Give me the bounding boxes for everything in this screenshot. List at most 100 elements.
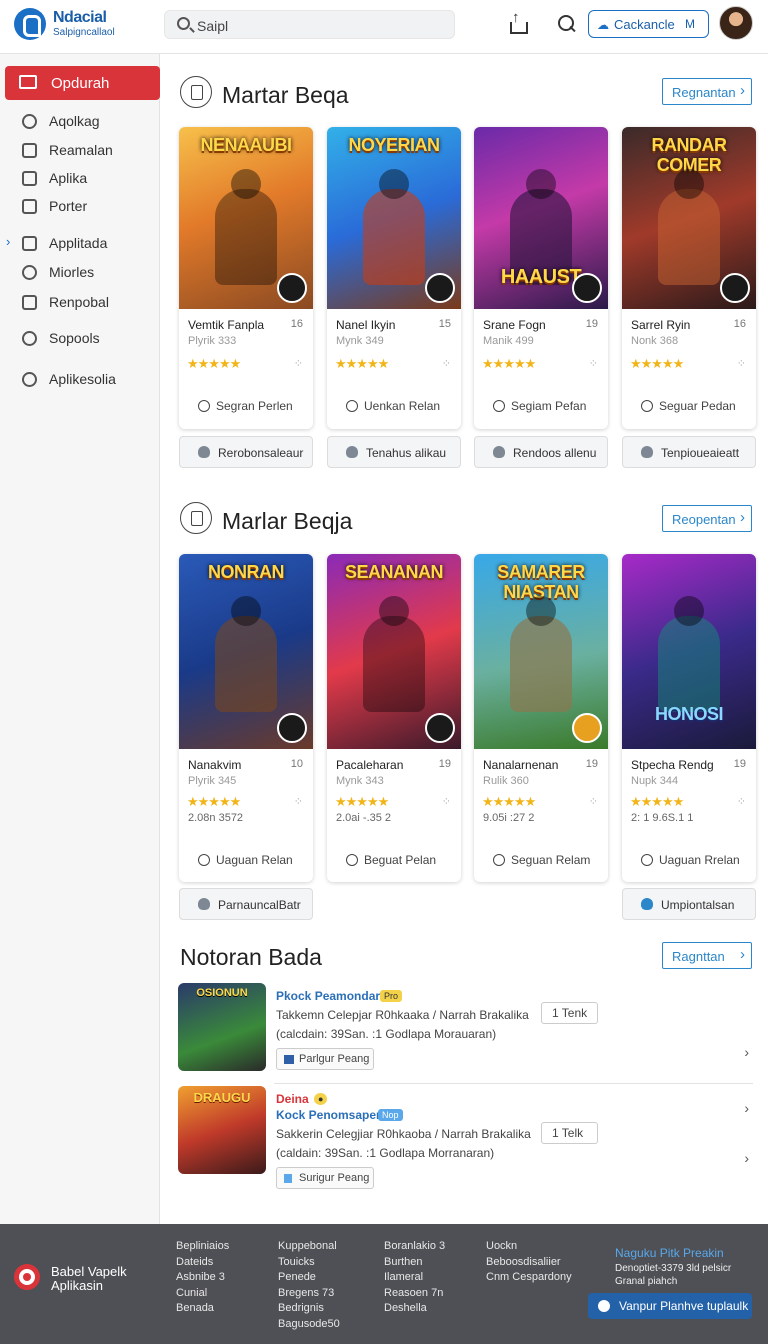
card-action[interactable]: Segran Perlen	[198, 399, 293, 413]
game-name: Stpecha Rendg	[631, 758, 714, 772]
avatar[interactable]	[719, 6, 753, 40]
more-dots-icon[interactable]: ⁘	[589, 795, 598, 808]
footer-link[interactable]: Asbnibe 3	[176, 1270, 229, 1286]
news-section-title: Notoran Bada	[180, 944, 322, 970]
category-pill[interactable]: Tenahus alikau	[327, 436, 461, 468]
card-action[interactable]: Uaguan Relan	[198, 853, 293, 867]
chevron-right-icon: ›	[740, 82, 745, 99]
news-item[interactable]: DRAUGU Deina ● Kock Penomsaper Nop Sakke…	[178, 1086, 753, 1189]
game-card[interactable]: HONOSI Stpecha Rendg 19 Nupk 344 ★★★★★ ⁘ 2…	[622, 554, 756, 882]
category-pill[interactable]: Rerobonsaleaur	[179, 436, 313, 468]
sidebar-item-label: Aplikesolia	[49, 371, 116, 387]
see-more-label: Ragnttan	[672, 949, 725, 964]
news-item[interactable]: OSIONUN Pkock Peamondarr Pro Takkemn Cel…	[178, 983, 753, 1079]
game-name: Sarrel Ryin	[631, 318, 691, 332]
card-action[interactable]: Uaguan Rrelan	[641, 853, 740, 867]
sidebar-item-2[interactable]: Reamalan	[0, 139, 160, 163]
store-icon	[19, 75, 37, 89]
game-card[interactable]: NOYERIAN Nanel Ikyin 15 Mynk 349 ★★★★★ ⁘ U…	[327, 127, 461, 429]
category-pill[interactable]: ParnauncalBatr	[179, 888, 313, 920]
game-number: 19	[585, 318, 598, 330]
divider	[274, 1083, 753, 1084]
footer-link[interactable]: Bregens 73	[278, 1286, 340, 1302]
chevron-right-icon[interactable]: ›	[744, 1150, 749, 1166]
cloud-icon	[198, 446, 210, 458]
footer-link[interactable]: Deshella	[384, 1301, 445, 1317]
footer-link[interactable]: Ilameral	[384, 1270, 445, 1286]
sidebar-item-6[interactable]: Miorles	[0, 261, 160, 285]
card-action[interactable]: Uenkan Relan	[345, 399, 440, 413]
news-description-detail: (calcdain: 39San. :1 Godlapa Morauaran)	[276, 1027, 497, 1041]
search-input[interactable]: Saipl	[164, 10, 455, 39]
more-dots-icon[interactable]: ⁘	[589, 357, 598, 370]
card-action[interactable]: Beguat Pelan	[345, 853, 436, 867]
card-action[interactable]: Seguar Pedan	[641, 399, 736, 413]
footer-link[interactable]: Dateids	[176, 1255, 229, 1271]
category-pill[interactable]: Tenpioueaieatt	[622, 436, 756, 468]
game-card[interactable]: RANDAR COMER Sarrel Ryin 16 Nonk 368 ★★★★…	[622, 127, 756, 429]
footer-link[interactable]: Cnm Cespardony	[486, 1270, 572, 1286]
footer-link[interactable]: Uockn	[486, 1239, 572, 1255]
chevron-right-icon[interactable]: ›	[744, 1100, 749, 1116]
card-action[interactable]: Segiam Pefan	[492, 399, 586, 413]
game-art: RANDAR COMER	[622, 127, 756, 309]
footer-link[interactable]: Bagusode50	[278, 1317, 340, 1333]
game-number: 16	[733, 318, 746, 330]
footer-link[interactable]: Cunial	[176, 1286, 229, 1302]
sidebar-item-label: Reamalan	[49, 142, 113, 158]
account-button[interactable]: ☁ Cackancle M	[588, 10, 709, 38]
more-dots-icon[interactable]: ⁘	[737, 357, 746, 370]
footer-link[interactable]: Beboosdisaliier	[486, 1255, 572, 1271]
footer-link[interactable]: Bepliniaios	[176, 1239, 229, 1255]
app-title: Ndacial	[53, 9, 107, 26]
footer-link[interactable]: Kuppebonal	[278, 1239, 340, 1255]
news-action-button[interactable]: Parlgur Peang	[276, 1048, 374, 1070]
sidebar-item-7[interactable]: Renpobal	[0, 291, 160, 315]
category-pill[interactable]: Umpiontalsan	[622, 888, 756, 920]
subscribe-button[interactable]: Vanpur Planhve tuplaulk	[588, 1293, 752, 1319]
more-dots-icon[interactable]: ⁘	[294, 357, 303, 370]
more-dots-icon[interactable]: ⁘	[442, 357, 451, 370]
see-more-button[interactable]: Ragnttan ›	[662, 942, 752, 969]
game-subtitle: Plyrik 333	[188, 335, 237, 347]
news-action-button[interactable]: Surigur Peang	[276, 1167, 374, 1189]
card-action[interactable]: Seguan Relam	[492, 853, 590, 867]
game-meta: 2: 1 9.6S.1 1	[631, 812, 694, 824]
footer-link[interactable]: Benada	[176, 1301, 229, 1317]
sidebar-item-8[interactable]: Sopools	[0, 327, 160, 351]
share-icon[interactable]	[508, 9, 528, 34]
footer-link[interactable]: Touicks	[278, 1255, 340, 1271]
sidebar-item-5[interactable]: › Applitada	[0, 232, 160, 256]
category-pill[interactable]: Rendoos allenu	[474, 436, 608, 468]
sidebar-item-1[interactable]: Aqolkag	[0, 110, 160, 134]
news-description: Sakkerin Celegjiar R0hkaoba / Narrah Bra…	[276, 1127, 531, 1141]
game-card[interactable]: SAMARER NIASTAN Nanalarnenan 19 Rulik 360…	[474, 554, 608, 882]
character-figure	[510, 596, 572, 712]
sidebar-item-9[interactable]: Aplikesolia	[0, 368, 160, 392]
more-dots-icon[interactable]: ⁘	[737, 795, 746, 808]
sidebar-item-4[interactable]: Porter	[0, 195, 160, 219]
chevron-right-icon: ›	[740, 509, 745, 526]
see-more-button[interactable]: Regnantan ›	[662, 78, 752, 105]
footer-link[interactable]: Reasoen 7n	[384, 1286, 445, 1302]
more-dots-icon[interactable]: ⁘	[294, 795, 303, 808]
header-search-icon[interactable]	[557, 14, 577, 34]
news-count-label: 1 Tenk	[552, 1006, 588, 1020]
game-subtitle: Nupk 344	[631, 775, 679, 787]
see-more-button[interactable]: Reopentan ›	[662, 505, 752, 532]
footer-column: Uockn Beboosdisaliier Cnm Cespardony	[486, 1239, 572, 1286]
game-card[interactable]: SEANANAN Pacaleharan 19 Mynk 343 ★★★★★ ⁘ 2…	[327, 554, 461, 882]
game-card[interactable]: HAAUST Srane Fogn 19 Manik 499 ★★★★★ ⁘ Seg…	[474, 127, 608, 429]
footer-link[interactable]: Burthen	[384, 1255, 445, 1271]
footer-link[interactable]: Boranlakio 3	[384, 1239, 445, 1255]
app-logo-icon[interactable]	[14, 8, 46, 40]
game-number: 15	[438, 318, 451, 330]
game-card[interactable]: NENAAUBI Vemtik Fanpla 16 Plyrik 333 ★★★★…	[179, 127, 313, 429]
footer-link[interactable]: Penede	[278, 1270, 340, 1286]
more-dots-icon[interactable]: ⁘	[442, 795, 451, 808]
footer-link[interactable]: Bedrignis	[278, 1301, 340, 1317]
sidebar-item-active[interactable]: Opdurah	[5, 66, 160, 100]
game-card[interactable]: NONRAN Nanakvim 10 Plyrik 345 ★★★★★ ⁘ 2.08…	[179, 554, 313, 882]
sidebar-item-3[interactable]: Aplika	[0, 167, 160, 191]
chevron-right-icon[interactable]: ›	[744, 1044, 749, 1060]
